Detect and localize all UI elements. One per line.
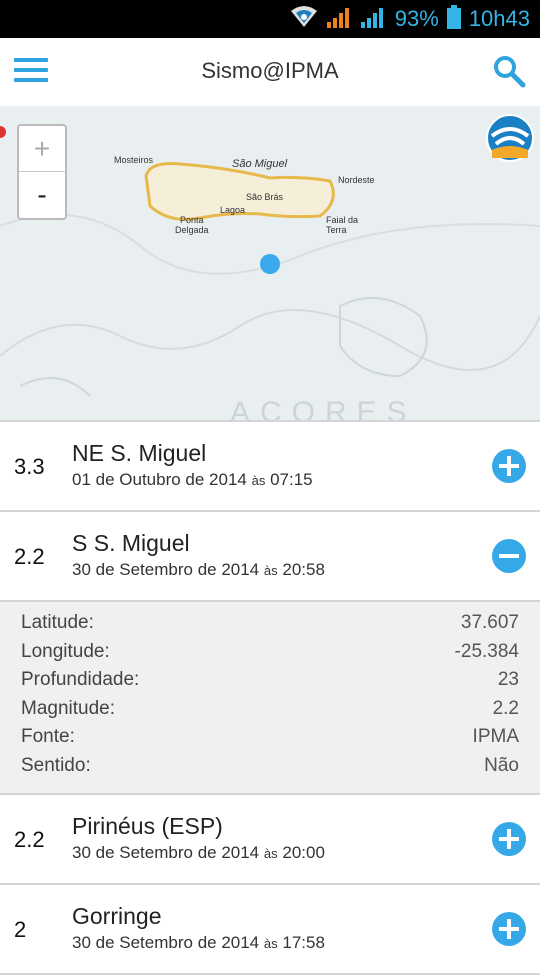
- signal-icon-2: [360, 6, 387, 33]
- place-label: Nordeste: [338, 175, 375, 185]
- collapse-minus-icon[interactable]: [492, 539, 526, 573]
- datetime: 01 de Outubro de 2014 às 07:15: [72, 470, 313, 489]
- detail-row: Sentido: Não: [21, 754, 519, 776]
- place-label: Lagoa: [220, 205, 246, 215]
- magnitude: 3.3: [14, 454, 45, 479]
- zoom-in-button[interactable]: +: [19, 126, 65, 172]
- magnitude: 2.2: [14, 827, 45, 852]
- epicenter-marker[interactable]: [260, 254, 280, 274]
- detail-panel: Latitude: 37.607 Longitude: -25.384 Profun…: [0, 602, 540, 795]
- location: Gorringe: [72, 903, 162, 929]
- datetime: 30 de Setembro de 2014 às 20:58: [72, 560, 325, 579]
- list-item[interactable]: 2 Gorringe 30 de Setembro de 2014 às 17:…: [0, 885, 540, 975]
- region-label: AÇORES: [230, 396, 417, 422]
- clock: 10h43: [468, 6, 530, 31]
- battery-percent: 93%: [394, 6, 439, 31]
- magnitude: 2.2: [14, 544, 45, 569]
- battery-icon: [446, 4, 461, 34]
- datetime: 30 de Setembro de 2014 às 17:58: [72, 933, 325, 952]
- app-title: Sismo@IPMA: [201, 58, 339, 83]
- location: NE S. Miguel: [72, 440, 207, 466]
- list-item[interactable]: 3.3 NE S. Miguel 01 de Outubro de 2014 à…: [0, 422, 540, 512]
- detail-row: Fonte: IPMA: [21, 726, 519, 747]
- map-view[interactable]: + - São Miguel Mosteiros São Brás Nordes…: [0, 106, 540, 422]
- location: S S. Miguel: [72, 530, 190, 556]
- list-item[interactable]: 2.2 Pirinéus (ESP) 30 de Setembro de 201…: [0, 795, 540, 885]
- expand-plus-icon[interactable]: [492, 912, 526, 946]
- place-label: Delgada: [175, 225, 209, 235]
- datetime: 30 de Setembro de 2014 às 20:00: [72, 843, 325, 862]
- signal-icon: [326, 6, 353, 33]
- detail-row: Latitude: 37.607: [21, 612, 519, 633]
- location: Pirinéus (ESP): [72, 813, 223, 839]
- zoom-out-button[interactable]: -: [19, 172, 65, 217]
- search-icon[interactable]: [492, 54, 526, 88]
- detail-row: Longitude: -25.384: [21, 640, 519, 662]
- expand-plus-icon[interactable]: [492, 449, 526, 483]
- place-label: Faial da: [326, 215, 359, 225]
- island-label: São Miguel: [232, 158, 288, 170]
- place-label: Mosteiros: [114, 155, 154, 165]
- magnitude: 2: [14, 917, 27, 942]
- place-label: São Brás: [246, 192, 284, 202]
- zoom-control: + -: [17, 124, 67, 220]
- detail-row: Magnitude: 2.2: [21, 697, 519, 719]
- earthquake-list: 3.3 NE S. Miguel 01 de Outubro de 2014 à…: [0, 422, 540, 975]
- app-bar: Sismo@IPMA: [0, 38, 540, 107]
- wifi-icon: [289, 5, 319, 34]
- ipma-logo: [486, 114, 534, 162]
- status-bar: 93% 10h43: [0, 0, 540, 38]
- detail-row: Profundidade: 23: [21, 669, 519, 690]
- expand-plus-icon[interactable]: [492, 822, 526, 856]
- list-item[interactable]: 2.2 S S. Miguel 30 de Setembro de 2014 à…: [0, 512, 540, 602]
- place-label: Ponta: [180, 215, 204, 225]
- place-label: Terra: [326, 225, 347, 235]
